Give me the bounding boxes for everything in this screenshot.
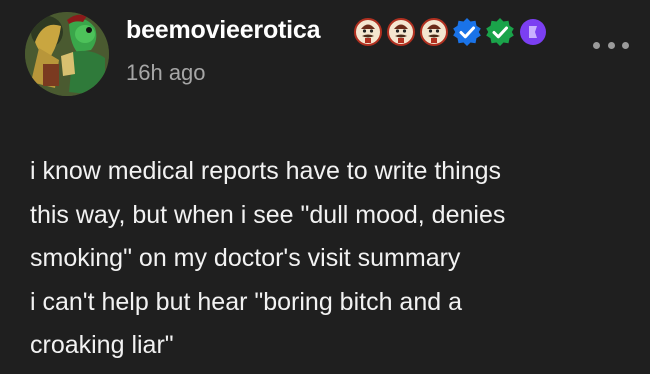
post-body-line: this way, but when i see "dull mood, den… (30, 200, 506, 229)
avatar-image (25, 12, 109, 96)
more-options-button[interactable] (593, 38, 629, 52)
more-dot-icon (622, 41, 629, 49)
vintage-man-badge-icon[interactable] (353, 17, 383, 47)
post-body-line: i can't help but hear "boring bitch and … (30, 287, 462, 316)
post-card: beemovieerotica 16h ago i know medical r… (0, 0, 650, 374)
post-timestamp[interactable]: 16h ago (126, 60, 206, 86)
purple-badge-icon[interactable] (518, 17, 548, 47)
post-body: i know medical reports have to write thi… (30, 150, 630, 368)
vintage-man-badge-icon[interactable] (386, 17, 416, 47)
vintage-man-badge-icon[interactable] (419, 17, 449, 47)
more-dot-icon (607, 41, 615, 49)
post-body-line: i know medical reports have to write thi… (30, 157, 502, 185)
avatar[interactable] (25, 12, 109, 96)
blue-verified-check-icon[interactable] (452, 17, 482, 47)
post-body-line: croaking liar" (30, 331, 174, 359)
green-verified-check-icon[interactable] (485, 17, 515, 47)
more-dot-icon (593, 41, 600, 49)
username[interactable]: beemovieerotica (126, 16, 321, 45)
badge-row (353, 17, 571, 47)
post-body-line: smoking" on my doctor's visit summary (30, 244, 461, 272)
